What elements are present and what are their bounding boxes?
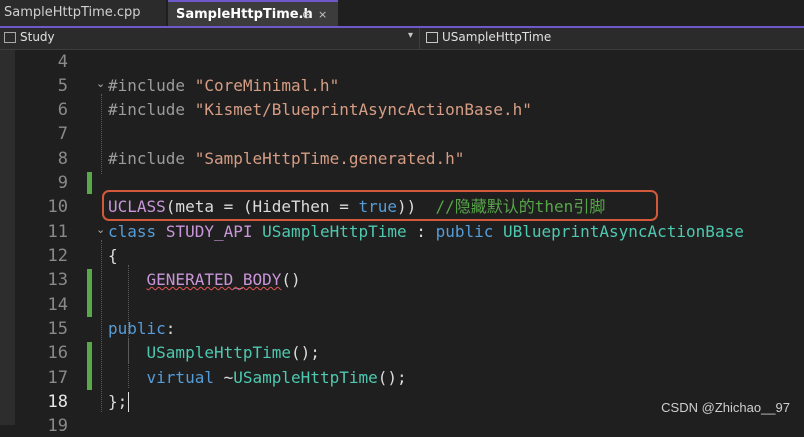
tab-sample-http-time-h[interactable]: SampleHttpTime.h ⊕ × xyxy=(168,0,338,26)
line-number: 14 xyxy=(47,295,68,315)
indicator-margin xyxy=(0,50,15,425)
line-number-current: 18 xyxy=(47,392,68,412)
generated-body-macro: GENERATED_BODY xyxy=(146,270,282,289)
tab-label: SampleHttpTime.cpp xyxy=(4,5,141,20)
line-number: 8 xyxy=(57,149,68,169)
line-number: 10 xyxy=(47,197,68,217)
keyword-public: public xyxy=(435,222,494,241)
constructor-name: USampleHttpTime xyxy=(146,343,292,362)
line-number: 19 xyxy=(47,416,68,436)
code-line-8: #include "SampleHttpTime.generated.h" xyxy=(108,148,464,170)
tab-sample-http-time-cpp[interactable]: SampleHttpTime.cpp xyxy=(0,0,166,26)
code-editor[interactable]: 4 5 6 7 8 9 10 11 12 13 14 15 16 17 18 1… xyxy=(0,50,804,436)
parens: () xyxy=(281,270,301,289)
project-icon xyxy=(4,32,16,43)
destructor-name: USampleHttpTime xyxy=(233,368,378,387)
code-line-15: public: xyxy=(108,318,175,340)
change-marker xyxy=(87,172,92,194)
line-number: 13 xyxy=(47,270,68,290)
navigation-bar: Study ▾ USampleHttpTime xyxy=(0,28,804,50)
line-number: 12 xyxy=(47,246,68,266)
chevron-down-icon[interactable]: ▾ xyxy=(408,30,413,41)
class-icon xyxy=(426,32,438,43)
document-tab-strip: SampleHttpTime.cpp SampleHttpTime.h ⊕ × xyxy=(0,0,804,28)
fold-toggle-icon[interactable]: ⌄ xyxy=(96,77,105,90)
open-brace: { xyxy=(108,246,118,265)
code-line-6: #include "Kismet/BlueprintAsyncActionBas… xyxy=(108,99,532,121)
line-number: 4 xyxy=(57,52,68,72)
include-path: "SampleHttpTime.generated.h" xyxy=(194,149,465,168)
code-line-18: }; xyxy=(108,391,127,413)
preprocessor-directive: #include xyxy=(108,149,186,168)
colon: : xyxy=(416,222,426,241)
parens-semicolon: (); xyxy=(377,368,407,387)
close-icon[interactable]: × xyxy=(318,2,327,28)
keyword-class: class xyxy=(108,222,157,241)
indent-guide xyxy=(101,94,102,174)
project-dropdown[interactable]: Study ▾ xyxy=(0,28,420,49)
close-brace-semicolon: }; xyxy=(108,392,128,411)
line-number: 7 xyxy=(57,124,68,144)
colon: : xyxy=(165,319,176,338)
line-number: 6 xyxy=(57,100,68,120)
watermark: CSDN @Zhichao__97 xyxy=(661,400,790,415)
code-line-12: { xyxy=(108,245,118,267)
tab-label: SampleHttpTime.h xyxy=(176,7,313,22)
keyword-virtual: virtual xyxy=(146,368,214,387)
class-name: USampleHttpTime xyxy=(262,222,407,241)
line-number: 5 xyxy=(57,76,68,96)
parens-semicolon: (); xyxy=(291,343,320,362)
code-line-17: virtual ~USampleHttpTime(); xyxy=(108,367,407,389)
preprocessor-directive: #include xyxy=(108,100,186,119)
line-number: 9 xyxy=(57,173,68,193)
change-marker xyxy=(87,342,92,390)
project-label: Study xyxy=(20,30,55,44)
text-caret xyxy=(128,392,129,412)
annotation-highlight-box xyxy=(102,190,658,221)
line-number: 15 xyxy=(47,319,68,339)
code-line-16: USampleHttpTime(); xyxy=(108,342,320,364)
class-label: USampleHttpTime xyxy=(442,30,552,44)
line-number: 16 xyxy=(47,343,68,363)
indent-guide xyxy=(101,240,102,412)
include-path: "CoreMinimal.h" xyxy=(194,76,340,95)
api-macro: STUDY_API xyxy=(165,222,253,241)
tilde: ~ xyxy=(223,368,234,387)
code-line-13: GENERATED_BODY() xyxy=(108,269,301,291)
include-path: "Kismet/BlueprintAsyncActionBase.h" xyxy=(194,100,532,119)
line-number: 11 xyxy=(47,222,68,242)
fold-toggle-icon[interactable]: ⌄ xyxy=(96,223,105,236)
code-line-5: #include "CoreMinimal.h" xyxy=(108,75,339,97)
line-number: 17 xyxy=(47,368,68,388)
code-line-11: class STUDY_API USampleHttpTime : public… xyxy=(108,221,744,243)
keyword-public: public xyxy=(108,319,166,338)
base-class-name: UBlueprintAsyncActionBase xyxy=(503,222,744,241)
preprocessor-directive: #include xyxy=(108,76,186,95)
change-marker xyxy=(87,269,92,317)
pin-icon[interactable]: ⊕ xyxy=(302,2,311,28)
